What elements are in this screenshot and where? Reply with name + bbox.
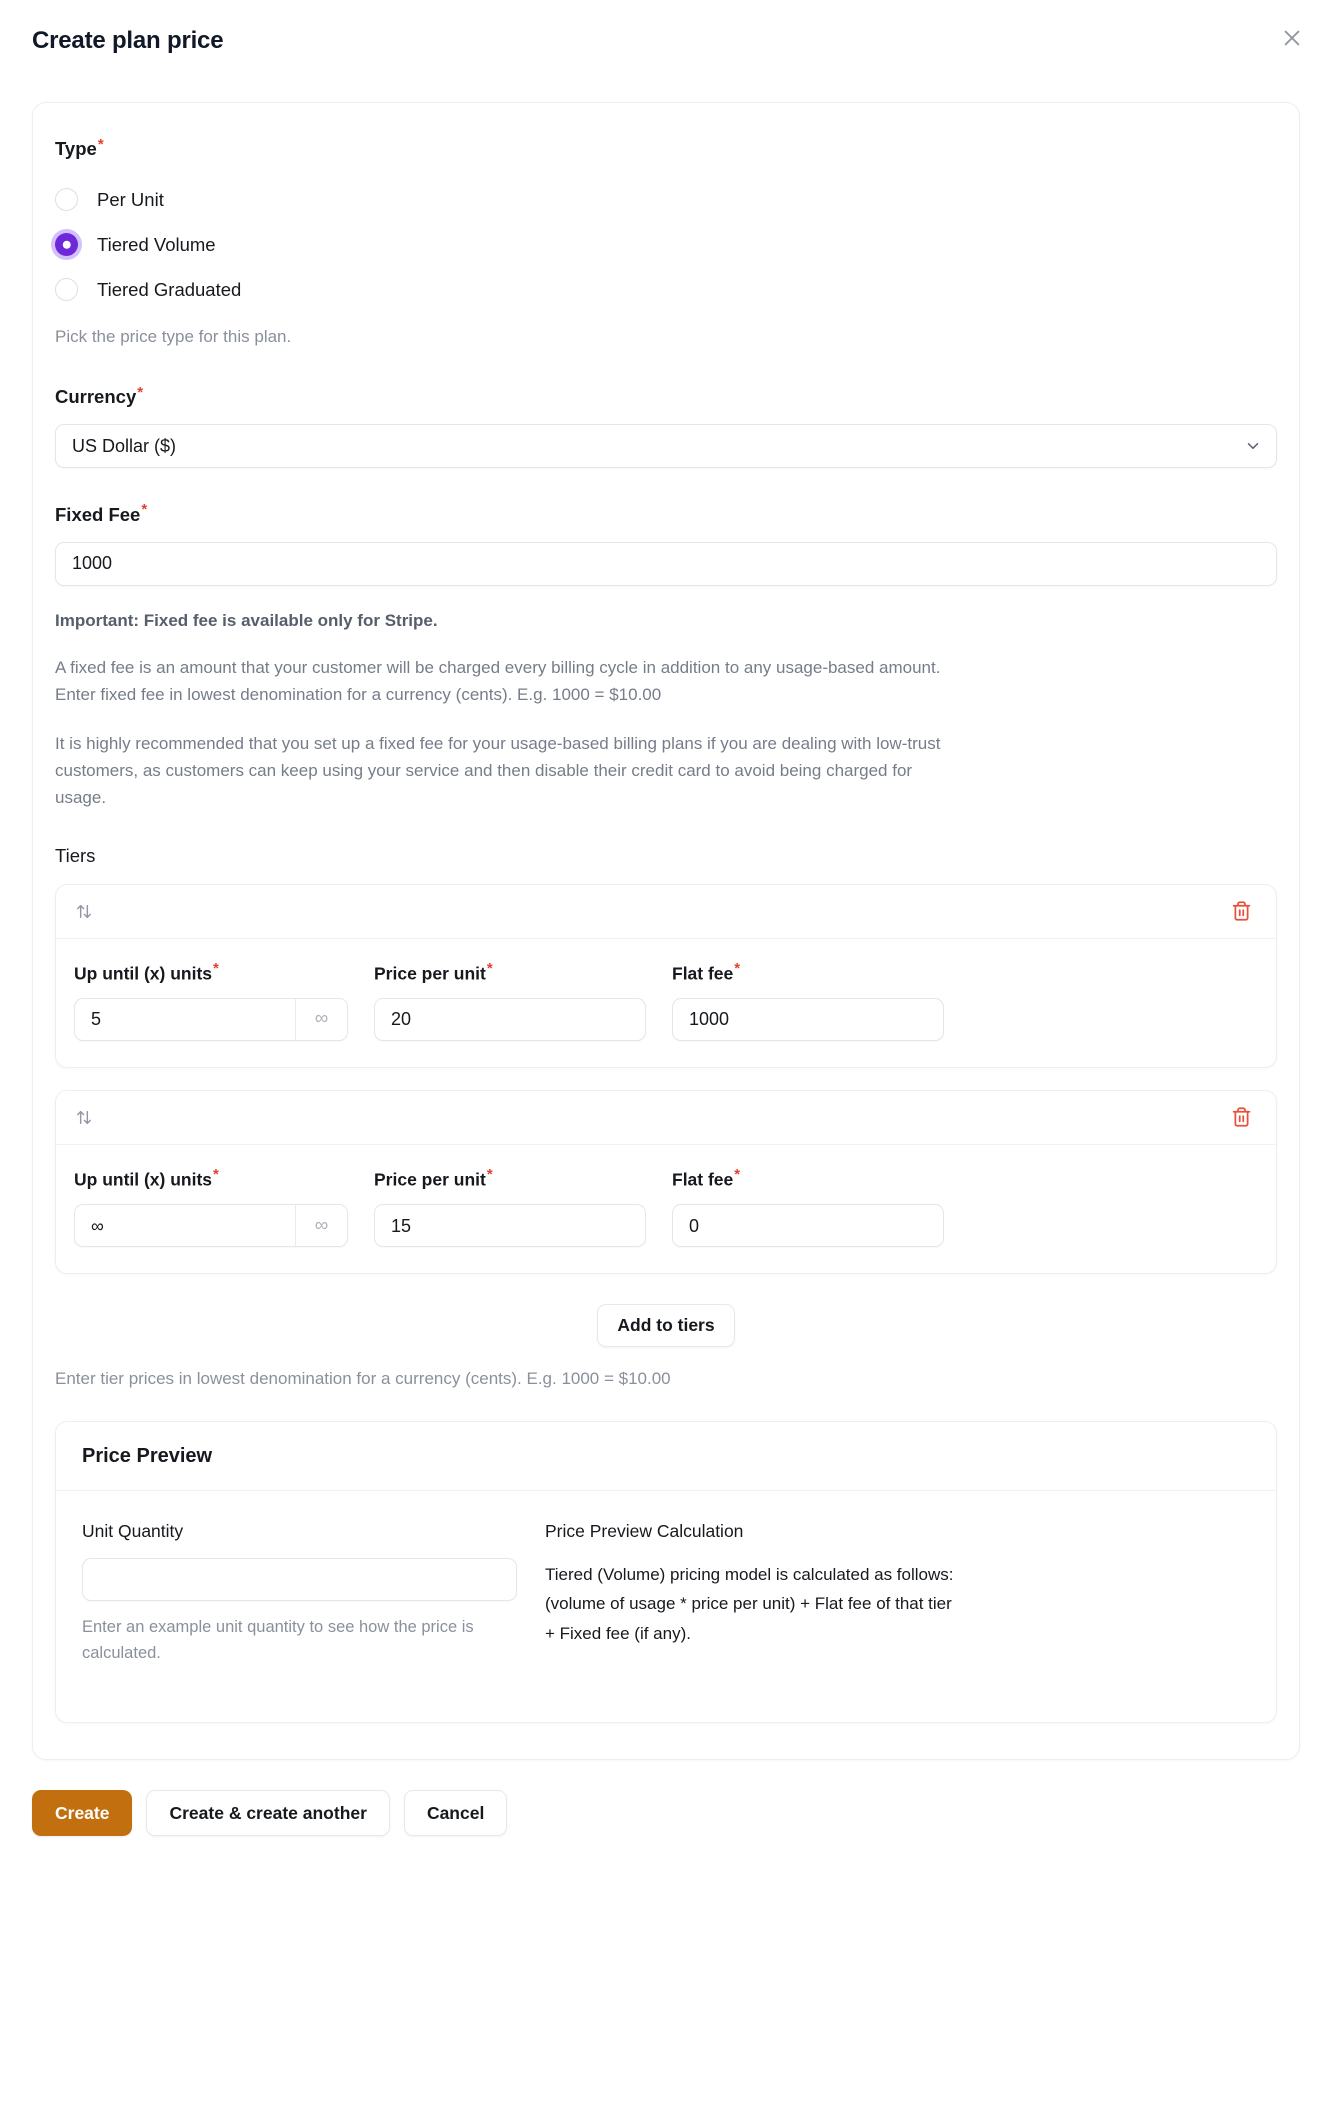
tier-price-per-unit-value: 20 <box>391 1009 412 1030</box>
tier-flat-fee-group: Flat fee* 0 <box>672 1165 944 1248</box>
tier-up-until-input[interactable]: ∞ ∞ <box>74 1204 348 1248</box>
tier-price-per-unit-input[interactable]: 20 <box>374 997 646 1041</box>
infinity-icon[interactable]: ∞ <box>295 1205 347 1247</box>
trash-icon[interactable] <box>1229 898 1254 924</box>
add-tier-container: Add to tiers <box>55 1304 1277 1348</box>
required-asterisk: * <box>97 136 104 153</box>
fixed-fee-important-note: Important: Fixed fee is available only f… <box>55 610 438 630</box>
page-title: Create plan price <box>32 27 224 54</box>
tier-up-until-label: Up until (x) units <box>74 962 213 983</box>
tier-flat-fee-group: Flat fee* 1000 <box>672 961 944 1041</box>
currency-selected-value: US Dollar ($) <box>72 435 177 456</box>
tier-up-until-group: Up until (x) units* 5 ∞ <box>74 961 348 1041</box>
tier-price-per-unit-group: Price per unit* 20 <box>374 961 646 1041</box>
required-asterisk: * <box>486 959 493 977</box>
form-card: Type* Per Unit Tiered Volume Tiered Grad… <box>32 102 1300 1761</box>
price-preview-calculation-label: Price Preview Calculation <box>545 1521 744 1542</box>
infinity-icon[interactable]: ∞ <box>295 998 347 1040</box>
close-icon[interactable] <box>1274 20 1310 56</box>
radio-indicator <box>55 188 78 212</box>
radio-option-per-unit[interactable]: Per Unit <box>55 177 1277 222</box>
type-label: Type <box>55 138 97 160</box>
tier-row-card: Up until (x) units* 5 ∞ Price per unit* … <box>55 883 1277 1068</box>
fixed-fee-field: Fixed Fee* 1000 Important: Fixed fee is … <box>55 502 1277 811</box>
price-preview-calculation-text: Tiered (Volume) pricing model is calcula… <box>545 1565 954 1643</box>
tier-flat-fee-value: 1000 <box>689 1009 730 1030</box>
tiers-helper-text: Enter tier prices in lowest denomination… <box>55 1369 671 1389</box>
trash-icon[interactable] <box>1229 1104 1254 1130</box>
radio-option-tiered-graduated[interactable]: Tiered Graduated <box>55 267 1277 312</box>
create-plan-price-modal: Create plan price Type* Per Unit Tiered … <box>0 0 1332 2104</box>
type-field: Type* Per Unit Tiered Volume Tiered Grad… <box>55 137 1277 351</box>
modal-footer: Create Create & create another Cancel <box>0 1760 1332 1837</box>
tier-flat-fee-label: Flat fee <box>672 962 734 983</box>
tier-flat-fee-input[interactable]: 1000 <box>672 997 944 1041</box>
tier-price-per-unit-label: Price per unit <box>374 1169 486 1190</box>
add-to-tiers-button[interactable]: Add to tiers <box>597 1304 735 1348</box>
tier-toolbar <box>56 1091 1276 1145</box>
tier-flat-fee-value: 0 <box>689 1215 700 1236</box>
tier-price-per-unit-input[interactable]: 15 <box>374 1204 646 1248</box>
price-preview-title: Price Preview <box>82 1445 213 1468</box>
tier-row-card: Up until (x) units* ∞ ∞ Price per unit* … <box>55 1089 1277 1275</box>
currency-field: Currency* US Dollar ($) <box>55 383 1277 469</box>
tier-price-per-unit-value: 15 <box>391 1215 412 1236</box>
required-asterisk: * <box>486 1165 493 1183</box>
required-asterisk: * <box>141 501 148 519</box>
tier-fields: Up until (x) units* ∞ ∞ Price per unit* … <box>56 1145 1276 1273</box>
fixed-fee-input[interactable]: 1000 <box>55 541 1277 586</box>
sort-updown-icon[interactable] <box>74 1107 94 1128</box>
tier-up-until-value: 5 <box>91 1009 102 1030</box>
unit-quantity-group: Unit Quantity Enter an example unit quan… <box>82 1521 517 1666</box>
required-asterisk: * <box>213 1165 219 1183</box>
radio-label: Per Unit <box>97 188 164 210</box>
unit-quantity-label: Unit Quantity <box>82 1521 184 1542</box>
create-button[interactable]: Create <box>32 1790 133 1837</box>
tier-up-until-label: Up until (x) units <box>74 1169 213 1190</box>
fixed-fee-label: Fixed Fee <box>55 503 141 525</box>
modal-header: Create plan price <box>0 0 1332 72</box>
sort-updown-icon[interactable] <box>74 901 94 922</box>
chevron-down-icon <box>1244 437 1262 455</box>
type-helper-text: Pick the price type for this plan. <box>55 327 292 347</box>
required-asterisk: * <box>734 1165 741 1183</box>
required-asterisk: * <box>213 959 219 977</box>
type-radio-group: Per Unit Tiered Volume Tiered Graduated <box>55 177 1277 312</box>
price-preview-header: Price Preview <box>56 1422 1276 1492</box>
fixed-fee-value: 1000 <box>72 553 113 574</box>
radio-label: Tiered Graduated <box>97 278 242 300</box>
cancel-button[interactable]: Cancel <box>403 1790 508 1837</box>
price-preview-card: Price Preview Unit Quantity Enter an exa… <box>55 1421 1277 1724</box>
create-and-create-another-button[interactable]: Create & create another <box>146 1790 390 1837</box>
tier-flat-fee-label: Flat fee <box>672 1169 734 1190</box>
tier-up-until-value: ∞ <box>91 1215 104 1236</box>
fixed-fee-description-1: A fixed fee is an amount that your custo… <box>55 658 941 705</box>
price-preview-calculation-group: Price Preview Calculation Tiered (Volume… <box>545 1521 965 1666</box>
radio-indicator-selected <box>55 233 78 257</box>
currency-label: Currency <box>55 386 137 408</box>
fixed-fee-description-2: It is highly recommended that you set up… <box>55 733 941 807</box>
tier-up-until-group: Up until (x) units* ∞ ∞ <box>74 1165 348 1248</box>
tier-fields: Up until (x) units* 5 ∞ Price per unit* … <box>56 939 1276 1067</box>
radio-label: Tiered Volume <box>97 233 216 255</box>
radio-option-tiered-volume[interactable]: Tiered Volume <box>55 222 1277 267</box>
tier-price-per-unit-label: Price per unit <box>374 962 486 983</box>
tiers-label: Tiers <box>55 844 96 866</box>
tier-price-per-unit-group: Price per unit* 15 <box>374 1165 646 1248</box>
required-asterisk: * <box>137 383 144 401</box>
radio-indicator <box>55 278 78 302</box>
unit-quantity-note: Enter an example unit quantity to see ho… <box>82 1618 474 1662</box>
tier-flat-fee-input[interactable]: 0 <box>672 1204 944 1248</box>
tier-up-until-input[interactable]: 5 ∞ <box>74 997 348 1041</box>
tier-toolbar <box>56 885 1276 939</box>
price-preview-body: Unit Quantity Enter an example unit quan… <box>56 1491 1276 1722</box>
unit-quantity-input[interactable] <box>82 1558 517 1602</box>
currency-select[interactable]: US Dollar ($) <box>55 424 1277 469</box>
required-asterisk: * <box>734 959 741 977</box>
